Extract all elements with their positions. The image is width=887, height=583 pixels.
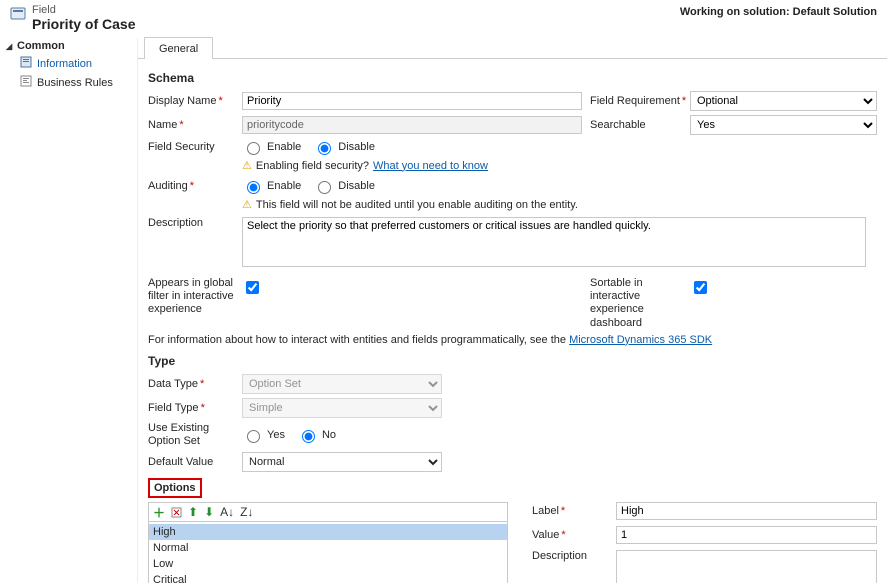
- use-existing-label: Use Existing Option Set: [148, 422, 242, 448]
- option-item[interactable]: Low: [149, 556, 507, 572]
- data-type-label: Data Type: [148, 378, 242, 390]
- field-security-enable-radio[interactable]: Enable: [242, 139, 301, 155]
- auditing-label: Auditing: [148, 180, 242, 192]
- info-page-icon: [20, 56, 32, 71]
- searchable-label: Searchable: [582, 119, 690, 131]
- entity-icon: [10, 4, 26, 25]
- entity-type-label: Field: [32, 4, 135, 16]
- option-add-button[interactable]: ＋: [153, 504, 165, 521]
- option-sort-asc-button[interactable]: A↓: [220, 505, 234, 519]
- field-type-label: Field Type: [148, 402, 242, 414]
- auditing-disable-radio[interactable]: Disable: [313, 178, 375, 194]
- section-title-type: Type: [148, 354, 877, 368]
- use-existing-yes-radio[interactable]: Yes: [242, 427, 285, 443]
- field-security-disable-radio[interactable]: Disable: [313, 139, 375, 155]
- option-value-input[interactable]: [616, 526, 877, 544]
- section-title-options: Options: [148, 478, 202, 498]
- sdk-link[interactable]: Microsoft Dynamics 365 SDK: [569, 334, 712, 346]
- sidebar-item-label: Business Rules: [37, 77, 113, 89]
- sidebar-item-label: Information: [37, 58, 92, 70]
- data-type-select: Option Set: [242, 374, 442, 394]
- warning-icon: ⚠: [242, 198, 252, 211]
- display-name-input[interactable]: [242, 92, 582, 110]
- rules-icon: [20, 75, 32, 90]
- option-item[interactable]: Critical: [149, 572, 507, 583]
- sortable-checkbox[interactable]: [694, 281, 707, 294]
- security-note-link[interactable]: What you need to know: [373, 160, 488, 172]
- field-security-label: Field Security: [148, 141, 242, 153]
- display-name-label: Display Name: [148, 95, 242, 107]
- auditing-note: This field will not be audited until you…: [256, 199, 578, 211]
- name-label: Name: [148, 119, 242, 131]
- solution-context: Working on solution: Default Solution: [680, 6, 877, 18]
- global-filter-label: Appears in global filter in interactive …: [148, 277, 242, 317]
- sidebar-nav: ◢ Common Information Business Rules: [0, 36, 138, 583]
- option-move-up-button[interactable]: ⬆: [188, 505, 198, 519]
- default-value-label: Default Value: [148, 456, 242, 468]
- searchable-select[interactable]: Yes: [690, 115, 877, 135]
- description-label: Description: [148, 217, 242, 229]
- global-filter-checkbox[interactable]: [246, 281, 259, 294]
- field-requirement-select[interactable]: Optional: [690, 91, 877, 111]
- option-label-input[interactable]: [616, 502, 877, 520]
- auditing-enable-radio[interactable]: Enable: [242, 178, 301, 194]
- options-toolbar: ＋ ⬆ ⬇ A↓ Z↓: [148, 502, 508, 522]
- sidebar-item-information[interactable]: Information: [0, 54, 137, 73]
- sidebar-group-label: Common: [17, 40, 65, 52]
- use-existing-no-radio[interactable]: No: [297, 427, 336, 443]
- description-textarea[interactable]: Select the priority so that preferred cu…: [242, 217, 866, 267]
- sidebar-group-common[interactable]: ◢ Common: [0, 38, 137, 54]
- option-move-down-button[interactable]: ⬇: [204, 505, 214, 519]
- tab-general[interactable]: General: [144, 37, 213, 59]
- option-description-textarea[interactable]: [616, 550, 877, 583]
- sortable-label: Sortable in interactive experience dashb…: [582, 277, 690, 330]
- option-item[interactable]: High: [149, 524, 507, 540]
- options-list[interactable]: High Normal Low Critical: [148, 522, 508, 583]
- option-delete-button[interactable]: [171, 507, 182, 518]
- option-sort-desc-button[interactable]: Z↓: [240, 505, 253, 519]
- option-item[interactable]: Normal: [149, 540, 507, 556]
- chevron-down-icon: ◢: [6, 42, 14, 51]
- section-title-schema: Schema: [148, 71, 877, 85]
- option-description-label: Description: [532, 550, 616, 562]
- option-value-label: Value: [532, 529, 616, 541]
- warning-icon: ⚠: [242, 159, 252, 172]
- field-requirement-label: Field Requirement: [582, 95, 690, 107]
- entity-title: Priority of Case: [32, 16, 135, 32]
- sidebar-item-business-rules[interactable]: Business Rules: [0, 73, 137, 92]
- main-panel: General Schema Display Name Field Requir…: [138, 36, 887, 583]
- security-note-text: Enabling field security?: [256, 160, 369, 172]
- sdk-note-text: For information about how to interact wi…: [148, 334, 569, 346]
- name-input: [242, 116, 582, 134]
- field-type-select: Simple: [242, 398, 442, 418]
- option-label-label: Label: [532, 505, 616, 517]
- default-value-select[interactable]: Normal: [242, 452, 442, 472]
